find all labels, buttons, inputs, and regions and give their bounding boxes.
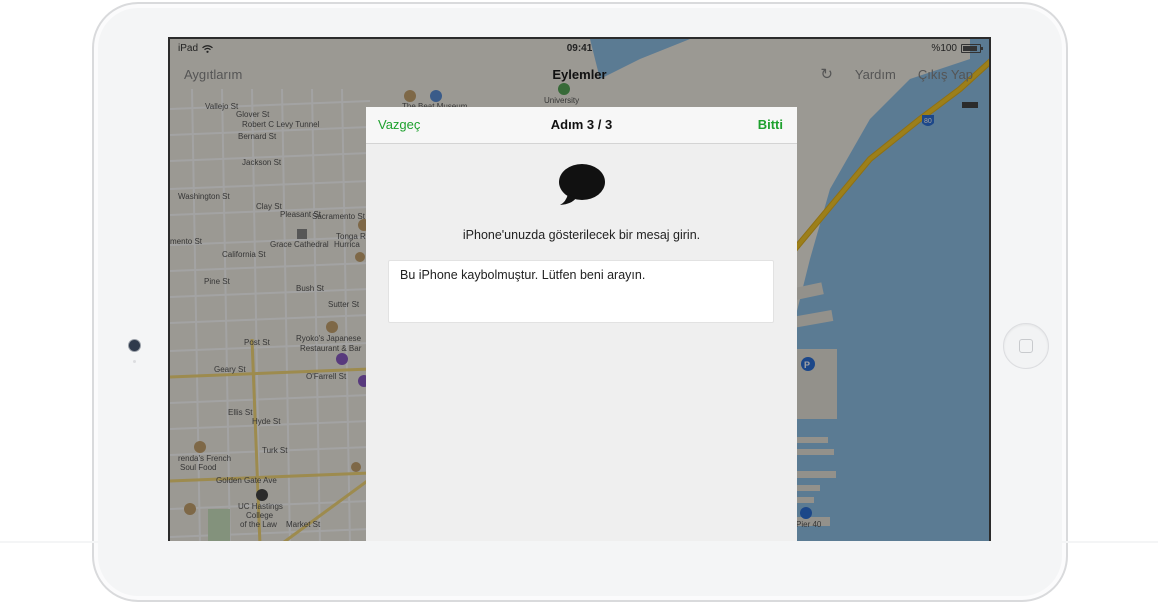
ambient-sensor — [133, 360, 136, 363]
dialog-prompt: iPhone'unuzda gösterilecek bir mesaj gir… — [462, 228, 701, 242]
status-bar: iPad 09:41 %100 — [170, 39, 989, 59]
home-button-icon — [1019, 339, 1033, 353]
status-right: %100 — [931, 43, 983, 54]
sign-out-button[interactable]: Çıkış Yap — [918, 67, 973, 82]
battery-percent: %100 — [931, 43, 957, 54]
help-button[interactable]: Yardım — [855, 67, 896, 82]
camera — [129, 340, 140, 351]
nav-bar: Aygıtlarım Eylemler ↻ Yardım Çıkış Yap — [170, 59, 989, 92]
status-time: 09:41 — [566, 43, 593, 54]
message-input[interactable]: Bu iPhone kaybolmuştur. Lütfen beni aray… — [388, 260, 774, 323]
dialog-title: Adım 3 / 3 — [550, 117, 613, 132]
dialog-header: Vazgeç Adım 3 / 3 Bitti — [366, 107, 797, 144]
battery-icon — [961, 44, 983, 53]
nav-right: ↻ Yardım Çıkış Yap — [820, 67, 973, 82]
message-dialog: Vazgeç Adım 3 / 3 Bitti iPhone'unuzda gö… — [366, 107, 797, 541]
done-button[interactable]: Bitti — [758, 117, 783, 132]
message-bubble-icon — [559, 164, 605, 205]
refresh-icon[interactable]: ↻ — [820, 67, 833, 82]
home-button[interactable] — [1003, 323, 1049, 369]
ipad-screen: Vallejo St Glover St Robert C Levy Tunne… — [168, 37, 991, 543]
